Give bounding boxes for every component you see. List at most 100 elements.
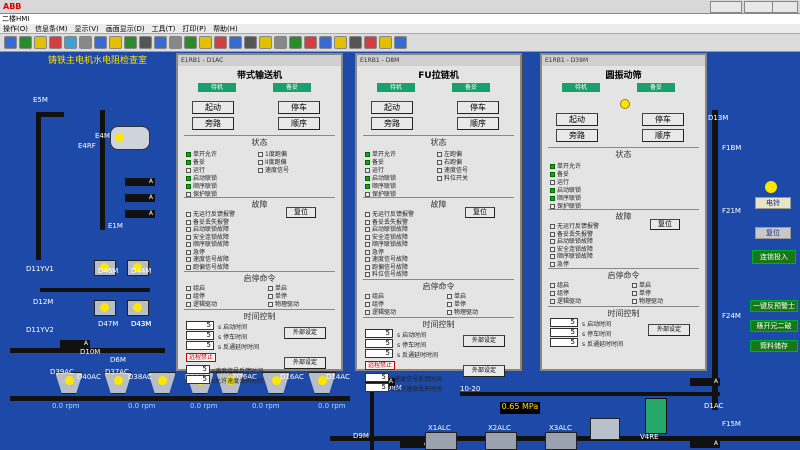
reset-button[interactable]: 复位 xyxy=(755,227,791,239)
toolbar-icon[interactable] xyxy=(304,36,317,49)
time-input[interactable]: 5 xyxy=(186,321,214,330)
menu-item[interactable]: 信息条(M) xyxy=(35,25,68,33)
stop-button[interactable]: 停车 xyxy=(642,113,684,126)
fault-reset-button[interactable]: 复位 xyxy=(650,219,680,230)
toolbar-icon[interactable] xyxy=(229,36,242,49)
time-input[interactable]: 5 xyxy=(365,348,393,358)
start-button[interactable]: 起动 xyxy=(371,101,413,114)
command-indicator xyxy=(186,302,191,307)
delay-input[interactable]: 5 xyxy=(365,372,389,382)
toolbar-icon[interactable] xyxy=(4,36,17,49)
fault-row: 急停 xyxy=(550,259,569,268)
rpm-value: 0.0 xyxy=(128,402,140,410)
toolbar-icon[interactable] xyxy=(319,36,332,49)
status-indicator xyxy=(258,168,263,173)
toolbar-icon[interactable] xyxy=(64,36,77,49)
toolbar-icon[interactable] xyxy=(349,36,362,49)
time-input[interactable]: 5 xyxy=(550,338,578,347)
fault-reset-button[interactable]: 复位 xyxy=(286,207,316,218)
stop-button[interactable]: 停车 xyxy=(278,101,320,114)
menu-item[interactable]: 帮助(H) xyxy=(213,25,238,33)
sequence-button[interactable]: 顺序 xyxy=(642,129,684,142)
sequence-button[interactable]: 顺序 xyxy=(278,117,320,130)
delay-input[interactable]: 5 xyxy=(186,365,210,374)
toolbar-icon[interactable] xyxy=(394,36,407,49)
x1alc-unit[interactable] xyxy=(425,432,457,450)
time-input[interactable]: 5 xyxy=(186,331,214,340)
bypass-button[interactable]: 旁路 xyxy=(192,117,234,130)
bell-button[interactable]: 电铃 xyxy=(755,197,791,209)
toolbar-icon[interactable] xyxy=(199,36,212,49)
delay-input[interactable]: 5 xyxy=(186,375,210,384)
dust-collector[interactable] xyxy=(590,418,620,440)
fault-reset-button[interactable]: 复位 xyxy=(465,207,495,218)
time-input[interactable]: 5 xyxy=(365,338,393,348)
toolbar-icon[interactable] xyxy=(94,36,107,49)
toolbar-icon[interactable] xyxy=(124,36,137,49)
delay-label: 允许速度丢失时间 xyxy=(215,378,264,385)
menu-item[interactable]: 打印(P) xyxy=(182,25,206,33)
delay-label: 允许速度丢失时间 xyxy=(394,385,443,393)
delay-input[interactable]: 5 xyxy=(365,382,389,392)
x2alc-unit[interactable] xyxy=(485,432,517,450)
external-setting-button[interactable]: 外部设定 xyxy=(284,327,326,339)
start-second-button[interactable]: 篠开兄二破 xyxy=(750,320,798,332)
x3alc-unit[interactable] xyxy=(545,432,577,450)
equipment-faceplate[interactable]: E1RB1 - D8M FU拉链机 待机 备妥 起动 停车 旁路 顺序 状态 单开允许 备妥 运行 启动… xyxy=(355,53,522,393)
menu-item[interactable]: 显示(V) xyxy=(75,25,99,33)
toolbar-icon[interactable] xyxy=(19,36,32,49)
remote-disable-button[interactable]: 远程禁止 xyxy=(365,360,395,370)
toolbar-icon[interactable] xyxy=(109,36,122,49)
toolbar-icon[interactable] xyxy=(34,36,47,49)
equipment-faceplate[interactable]: E1RB1 - D1AC 带式输送机 待机 备妥 起动 停车 旁路 顺序 状态 单开允许 备妥 运行启… xyxy=(176,53,343,385)
time-unit: s xyxy=(582,331,586,338)
menu-item[interactable]: 工具(T) xyxy=(152,25,176,33)
start-button[interactable]: 起动 xyxy=(556,113,598,126)
divider xyxy=(548,268,699,269)
external-setting-button-2[interactable]: 外部设定 xyxy=(284,357,326,369)
toolbar-icon[interactable] xyxy=(289,36,302,49)
start-button[interactable]: 起动 xyxy=(192,101,234,114)
stop-button[interactable]: 停车 xyxy=(457,101,499,114)
equipment-label: D37AC xyxy=(105,368,129,376)
external-setting-button-2[interactable]: 外部设定 xyxy=(463,364,505,377)
bypass-button[interactable]: 旁路 xyxy=(556,129,598,142)
menu-item[interactable]: 操作(O) xyxy=(3,25,28,33)
run-lamp xyxy=(620,99,630,109)
time-input[interactable]: 5 xyxy=(186,341,214,350)
divider xyxy=(184,271,335,272)
toolbar-icon[interactable] xyxy=(244,36,257,49)
toolbar-icon[interactable] xyxy=(169,36,182,49)
time-label: 停车时间 xyxy=(587,331,612,338)
window-minimize-button[interactable] xyxy=(710,1,742,13)
toolbar-icon[interactable] xyxy=(214,36,227,49)
menu-item[interactable]: 画面显示(D) xyxy=(106,25,145,33)
toolbar-icon[interactable] xyxy=(184,36,197,49)
rpm-unit: rpm xyxy=(265,402,280,410)
time-input[interactable]: 5 xyxy=(550,328,578,337)
storage-button[interactable]: 筒料储存 xyxy=(750,340,798,352)
one-key-button[interactable]: 一键反预警士 xyxy=(750,300,798,312)
rpm-value: 0.0 xyxy=(252,402,264,410)
toolbar-icon[interactable] xyxy=(49,36,62,49)
time-input[interactable]: 5 xyxy=(550,318,578,327)
toolbar-icon[interactable] xyxy=(259,36,272,49)
external-setting-button[interactable]: 外部设定 xyxy=(463,334,505,347)
time-input[interactable]: 5 xyxy=(365,328,393,338)
toolbar-icon[interactable] xyxy=(274,36,287,49)
remote-disable-button[interactable]: 远程禁止 xyxy=(186,353,216,362)
external-setting-button[interactable]: 外部设定 xyxy=(648,324,690,336)
window-close-button[interactable] xyxy=(772,1,798,13)
toolbar-icon[interactable] xyxy=(334,36,347,49)
toolbar-icon[interactable] xyxy=(379,36,392,49)
sequence-button[interactable]: 顺序 xyxy=(457,117,499,130)
equipment-label: D47M xyxy=(98,320,119,328)
equipment-faceplate[interactable]: E1RB1 - D39M 圆振动筛 待机 备妥 起动 停车 旁路 顺序 状态 单开允许 备妥 运行 启动… xyxy=(540,53,707,371)
toolbar-icon[interactable] xyxy=(139,36,152,49)
toolbar-icon[interactable] xyxy=(79,36,92,49)
pressure-readout: 0.65 MPa xyxy=(500,402,540,414)
toolbar-icon[interactable] xyxy=(364,36,377,49)
interlock-enable-button[interactable]: 连锁投入 xyxy=(752,250,796,264)
toolbar-icon[interactable] xyxy=(154,36,167,49)
bypass-button[interactable]: 旁路 xyxy=(371,117,413,130)
